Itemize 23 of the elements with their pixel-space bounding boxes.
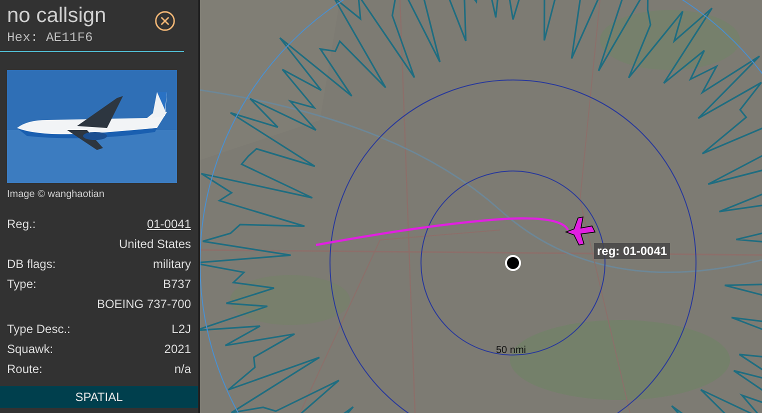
airplane-icon[interactable] xyxy=(564,216,596,246)
callsign-title: no callsign xyxy=(7,4,106,28)
hex-code: Hex: AE11F6 xyxy=(7,30,94,45)
field-value: B737 xyxy=(162,276,191,293)
field-label: Route: xyxy=(7,361,42,378)
field-label: Squawk: xyxy=(7,341,54,358)
field-label: Type: xyxy=(7,276,36,293)
field-value: United States xyxy=(118,236,191,253)
field-label: Type Desc.: xyxy=(7,321,70,338)
field-label: DB flags: xyxy=(7,256,56,273)
registration-link[interactable]: 01-0041 xyxy=(146,214,191,234)
range-label: 50 nmi xyxy=(496,345,526,356)
aircraft-label: reg: 01-0041 xyxy=(594,243,670,259)
spatial-tab[interactable]: SPATIAL xyxy=(0,386,198,408)
field-label: Reg.: xyxy=(7,216,36,233)
photo-credit: Image © wanghaotian xyxy=(7,189,106,200)
field-value: 2021 xyxy=(164,341,191,358)
field-value: BOEING 737-700 xyxy=(96,296,191,313)
field-value: military xyxy=(153,256,191,273)
field-value: L2J xyxy=(172,321,191,338)
receiver-marker xyxy=(505,255,521,271)
field-value: n/a xyxy=(174,361,191,378)
close-button[interactable] xyxy=(154,10,176,32)
